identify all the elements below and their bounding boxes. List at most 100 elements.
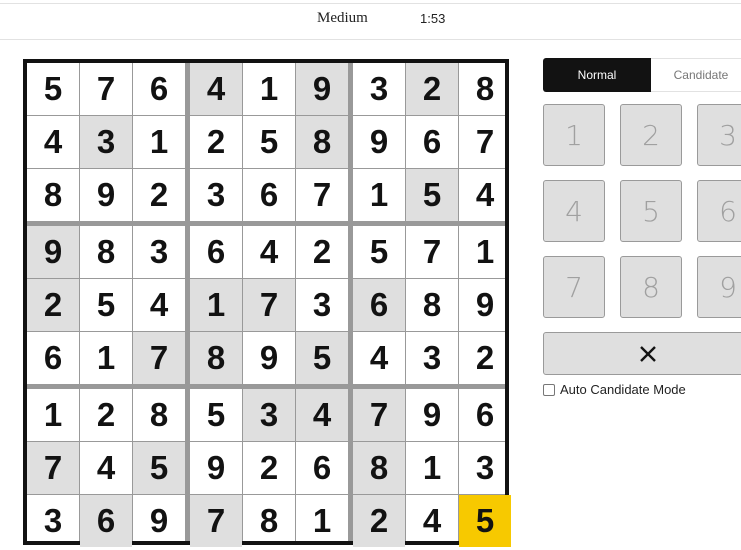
cell-r6c8[interactable]: 3 <box>406 332 458 384</box>
cell-r1c3[interactable]: 6 <box>133 63 185 115</box>
cell-r1c7[interactable]: 3 <box>353 63 405 115</box>
tab-candidate[interactable]: Candidate <box>651 58 741 92</box>
cell-r2c6[interactable]: 8 <box>296 116 348 168</box>
cell-r6c5[interactable]: 9 <box>243 332 295 384</box>
cell-r3c5[interactable]: 6 <box>243 169 295 221</box>
cell-r6c1[interactable]: 6 <box>27 332 79 384</box>
cell-r5c7[interactable]: 6 <box>353 279 405 331</box>
cell-r9c2[interactable]: 6 <box>80 495 132 547</box>
keypad-key-9[interactable]: 9 <box>697 256 741 318</box>
cell-r9c9[interactable]: 5 <box>459 495 511 547</box>
cell-r7c9[interactable]: 6 <box>459 389 511 441</box>
keypad-key-8[interactable]: 8 <box>620 256 682 318</box>
cell-r5c5[interactable]: 7 <box>243 279 295 331</box>
cell-r4c1[interactable]: 9 <box>27 226 79 278</box>
keypad-key-6[interactable]: 6 <box>697 180 741 242</box>
cell-r3c6[interactable]: 7 <box>296 169 348 221</box>
cell-r8c2[interactable]: 4 <box>80 442 132 494</box>
cell-r1c9[interactable]: 8 <box>459 63 511 115</box>
cell-r7c7[interactable]: 7 <box>353 389 405 441</box>
cell-r7c8[interactable]: 9 <box>406 389 458 441</box>
cell-r4c7[interactable]: 5 <box>353 226 405 278</box>
cell-r6c3[interactable]: 7 <box>133 332 185 384</box>
cell-r9c6[interactable]: 1 <box>296 495 348 547</box>
cell-r2c7[interactable]: 9 <box>353 116 405 168</box>
cell-r9c4[interactable]: 7 <box>190 495 242 547</box>
keypad-key-1[interactable]: 1 <box>543 104 605 166</box>
cell-r8c8[interactable]: 1 <box>406 442 458 494</box>
cell-r4c9[interactable]: 1 <box>459 226 511 278</box>
cell-r5c8[interactable]: 8 <box>406 279 458 331</box>
cell-r9c5[interactable]: 8 <box>243 495 295 547</box>
cell-r5c6[interactable]: 3 <box>296 279 348 331</box>
auto-candidate-label: Auto Candidate Mode <box>560 382 686 397</box>
cell-r9c1[interactable]: 3 <box>27 495 79 547</box>
cell-r8c7[interactable]: 8 <box>353 442 405 494</box>
keypad-key-5[interactable]: 5 <box>620 180 682 242</box>
cell-r3c7[interactable]: 1 <box>353 169 405 221</box>
cell-r9c3[interactable]: 9 <box>133 495 185 547</box>
cell-r2c1[interactable]: 4 <box>27 116 79 168</box>
cell-r5c1[interactable]: 2 <box>27 279 79 331</box>
cell-r2c2[interactable]: 3 <box>80 116 132 168</box>
cell-divider-vertical <box>242 63 243 541</box>
cell-r1c5[interactable]: 1 <box>243 63 295 115</box>
cell-r5c9[interactable]: 9 <box>459 279 511 331</box>
cell-r2c8[interactable]: 6 <box>406 116 458 168</box>
cell-r3c2[interactable]: 9 <box>80 169 132 221</box>
tab-normal[interactable]: Normal <box>543 58 651 92</box>
keypad-key-4[interactable]: 4 <box>543 180 605 242</box>
cell-r7c2[interactable]: 2 <box>80 389 132 441</box>
cell-r7c5[interactable]: 3 <box>243 389 295 441</box>
auto-candidate-checkbox[interactable] <box>543 383 555 396</box>
cell-divider-horizontal <box>27 441 505 442</box>
cell-r3c1[interactable]: 8 <box>27 169 79 221</box>
cell-r2c5[interactable]: 5 <box>243 116 295 168</box>
cell-r2c3[interactable]: 1 <box>133 116 185 168</box>
cell-r4c6[interactable]: 2 <box>296 226 348 278</box>
cell-r3c4[interactable]: 3 <box>190 169 242 221</box>
cell-r2c9[interactable]: 7 <box>459 116 511 168</box>
cell-r7c4[interactable]: 5 <box>190 389 242 441</box>
cell-r7c3[interactable]: 8 <box>133 389 185 441</box>
cell-r1c6[interactable]: 9 <box>296 63 348 115</box>
cell-r9c8[interactable]: 4 <box>406 495 458 547</box>
cell-r6c6[interactable]: 5 <box>296 332 348 384</box>
cell-r8c4[interactable]: 9 <box>190 442 242 494</box>
cell-r6c4[interactable]: 8 <box>190 332 242 384</box>
cell-r6c9[interactable]: 2 <box>459 332 511 384</box>
cell-r3c3[interactable]: 2 <box>133 169 185 221</box>
cell-r4c4[interactable]: 6 <box>190 226 242 278</box>
cell-r4c2[interactable]: 8 <box>80 226 132 278</box>
cell-r8c3[interactable]: 5 <box>133 442 185 494</box>
cell-r6c2[interactable]: 1 <box>80 332 132 384</box>
box-divider-vertical <box>348 63 353 541</box>
box-divider-horizontal <box>27 384 505 389</box>
cell-r5c2[interactable]: 5 <box>80 279 132 331</box>
cell-r8c6[interactable]: 6 <box>296 442 348 494</box>
cell-r7c1[interactable]: 1 <box>27 389 79 441</box>
keypad-key-7[interactable]: 7 <box>543 256 605 318</box>
cell-r1c4[interactable]: 4 <box>190 63 242 115</box>
cell-r3c8[interactable]: 5 <box>406 169 458 221</box>
cell-r9c7[interactable]: 2 <box>353 495 405 547</box>
cell-r5c4[interactable]: 1 <box>190 279 242 331</box>
cell-r8c1[interactable]: 7 <box>27 442 79 494</box>
cell-r1c8[interactable]: 2 <box>406 63 458 115</box>
cell-r8c5[interactable]: 2 <box>243 442 295 494</box>
keypad-key-3[interactable]: 3 <box>697 104 741 166</box>
keypad-key-2[interactable]: 2 <box>620 104 682 166</box>
cell-r6c7[interactable]: 4 <box>353 332 405 384</box>
cell-r3c9[interactable]: 4 <box>459 169 511 221</box>
erase-button[interactable] <box>543 332 741 375</box>
cell-r4c3[interactable]: 3 <box>133 226 185 278</box>
cell-r4c8[interactable]: 7 <box>406 226 458 278</box>
cell-r5c3[interactable]: 4 <box>133 279 185 331</box>
cell-r2c4[interactable]: 2 <box>190 116 242 168</box>
cell-r1c2[interactable]: 7 <box>80 63 132 115</box>
auto-candidate-toggle[interactable]: Auto Candidate Mode <box>543 382 686 397</box>
cell-r8c9[interactable]: 3 <box>459 442 511 494</box>
cell-r4c5[interactable]: 4 <box>243 226 295 278</box>
cell-r1c1[interactable]: 5 <box>27 63 79 115</box>
cell-r7c6[interactable]: 4 <box>296 389 348 441</box>
